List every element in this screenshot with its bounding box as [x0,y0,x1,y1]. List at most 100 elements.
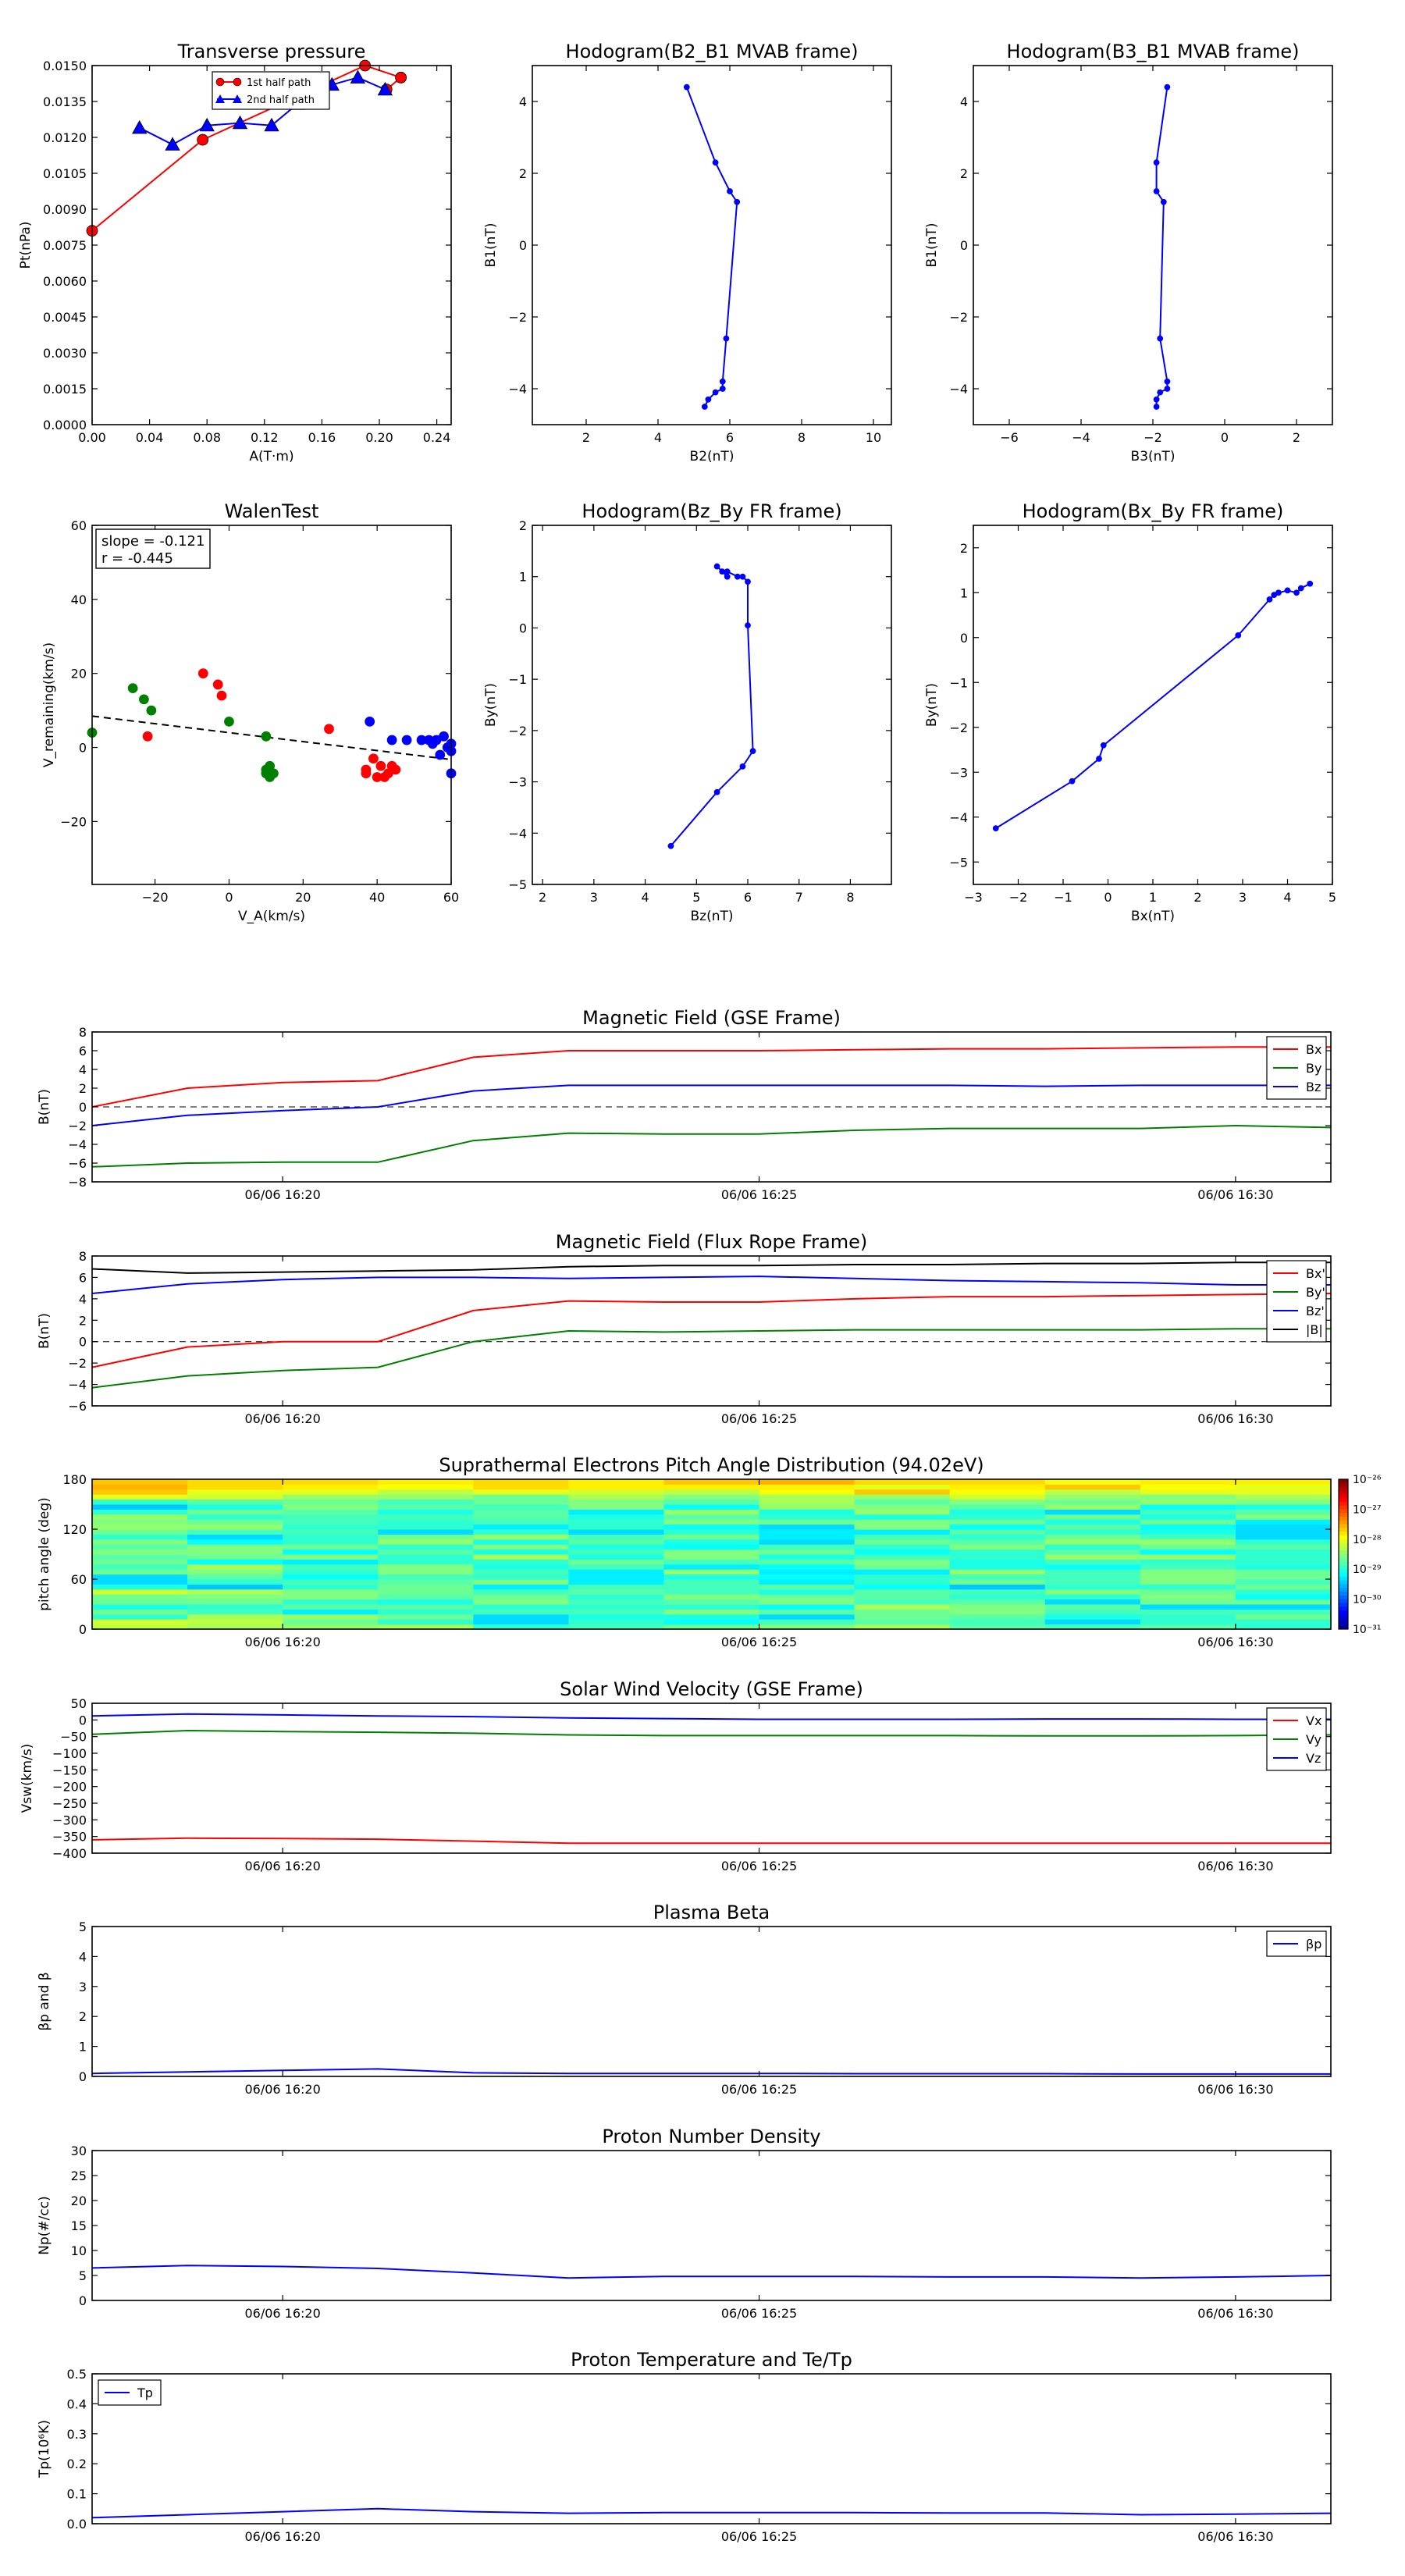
heatmap-cell [759,1484,855,1490]
x-tick-label: 6 [744,890,752,905]
heatmap-cell [568,1534,664,1540]
heatmap-cell [378,1534,474,1540]
data-point [739,763,746,770]
heatmap-cell [1044,1614,1141,1620]
legend-label: Bz [1306,1080,1321,1094]
colorbar-segment [1339,1532,1348,1536]
y-tick-label: 2 [960,166,968,181]
colorbar-segment [1339,1550,1348,1555]
heatmap-cell [283,1604,379,1610]
heatmap-cell [1235,1489,1332,1495]
heatmap-cell [378,1539,474,1545]
colorbar-tick-label: 10⁻²⁶ [1353,1474,1382,1486]
heatmap-cell [568,1544,664,1550]
heatmap-cell [1140,1564,1236,1570]
heatmap-cell [187,1479,283,1485]
heatmap-cell [854,1614,951,1620]
y-tick-label: 0.1 [67,2487,87,2502]
colorbar-segment [1339,1486,1348,1491]
y-axis-label: B(nT) [37,1313,52,1349]
heatmap-cell [283,1504,379,1510]
heatmap-cell [92,1479,188,1485]
heatmap-cell [663,1619,760,1625]
heatmap-cell [854,1499,951,1505]
y-tick-label: −2 [68,1356,87,1371]
y-tick-label: 0.0105 [43,166,87,181]
data-point [146,705,157,716]
heatmap-cell [663,1579,760,1585]
heatmap-cell [1140,1504,1236,1510]
x-tick-label: 2 [1293,430,1300,445]
y-tick-label: 0 [79,741,87,756]
heatmap-cell [1044,1549,1141,1555]
heatmap-cell [283,1594,379,1600]
x-tick-label: 06/06 16:25 [721,1411,797,1426]
heatmap-cell [663,1544,760,1550]
heatmap-cell [1235,1619,1332,1625]
x-axis-label: B2(nT) [690,449,735,464]
x-tick-label: 06/06 16:25 [721,1187,797,1202]
heatmap-cell [568,1489,664,1495]
heatmap-cell [187,1619,283,1625]
heatmap-cell [283,1614,379,1620]
data-point [435,749,446,760]
heatmap-cell [568,1519,664,1525]
heatmap-cell [759,1519,855,1525]
y-tick-label: 0.0150 [43,59,87,73]
heatmap-cell [854,1619,951,1625]
heatmap-cell [187,1609,283,1615]
heatmap-cell [663,1529,760,1535]
data-point [992,825,999,832]
y-tick-label: −300 [52,1813,87,1827]
heatmap-cell [663,1514,760,1520]
data-point [667,842,674,849]
heatmap-cell [187,1489,283,1495]
x-tick-label: 06/06 16:30 [1197,2529,1273,2544]
data-point [197,668,208,679]
heatmap-cell [854,1549,951,1555]
data-point [745,578,751,585]
heatmap-cell [854,1609,951,1615]
x-tick-label: 10 [866,430,881,445]
colorbar-segment [1339,1535,1348,1540]
heatmap-cell [473,1584,569,1590]
data-point [724,568,731,575]
legend-label: Tp [137,2386,153,2400]
heatmap-cell [663,1539,760,1545]
colorbar-segment [1339,1517,1348,1521]
heatmap-cell [92,1559,188,1565]
heatmap-cell [663,1554,760,1560]
heatmap-cell [663,1494,760,1500]
x-tick-label: 60 [443,890,459,905]
heatmap-cell [92,1504,188,1510]
heatmap-cell [759,1489,855,1495]
heatmap-cell [1140,1579,1236,1585]
colorbar-segment [1339,1580,1348,1585]
heatmap-cell [92,1519,188,1525]
y-tick-label: 0 [79,2293,87,2308]
heatmap-cell [187,1519,283,1525]
heatmap-cell [378,1484,474,1490]
y-tick-label: 180 [62,1472,87,1487]
heatmap-cell [1044,1579,1141,1585]
heatmap-cell [378,1479,474,1485]
heatmap-cell [759,1504,855,1510]
heatmap-cell [378,1549,474,1555]
heatmap-cell [949,1514,1046,1520]
data-point [723,335,730,342]
data-point [1164,386,1171,392]
heatmap-cell [187,1544,283,1550]
y-tick-label: 1 [79,2040,87,2055]
heatmap-cell [949,1564,1046,1570]
x-tick-label: 0 [1221,430,1229,445]
y-tick-label: 0.0045 [43,310,87,325]
heatmap-cell [949,1569,1046,1575]
x-tick-label: 1 [1149,890,1157,905]
x-tick-label: 40 [369,890,385,905]
heatmap-cell [1235,1524,1332,1530]
heatmap-cell [663,1489,760,1495]
heatmap-cell [949,1589,1046,1595]
data-point [719,568,726,575]
colorbar-segment [1339,1592,1348,1596]
heatmap-cell [854,1484,951,1490]
